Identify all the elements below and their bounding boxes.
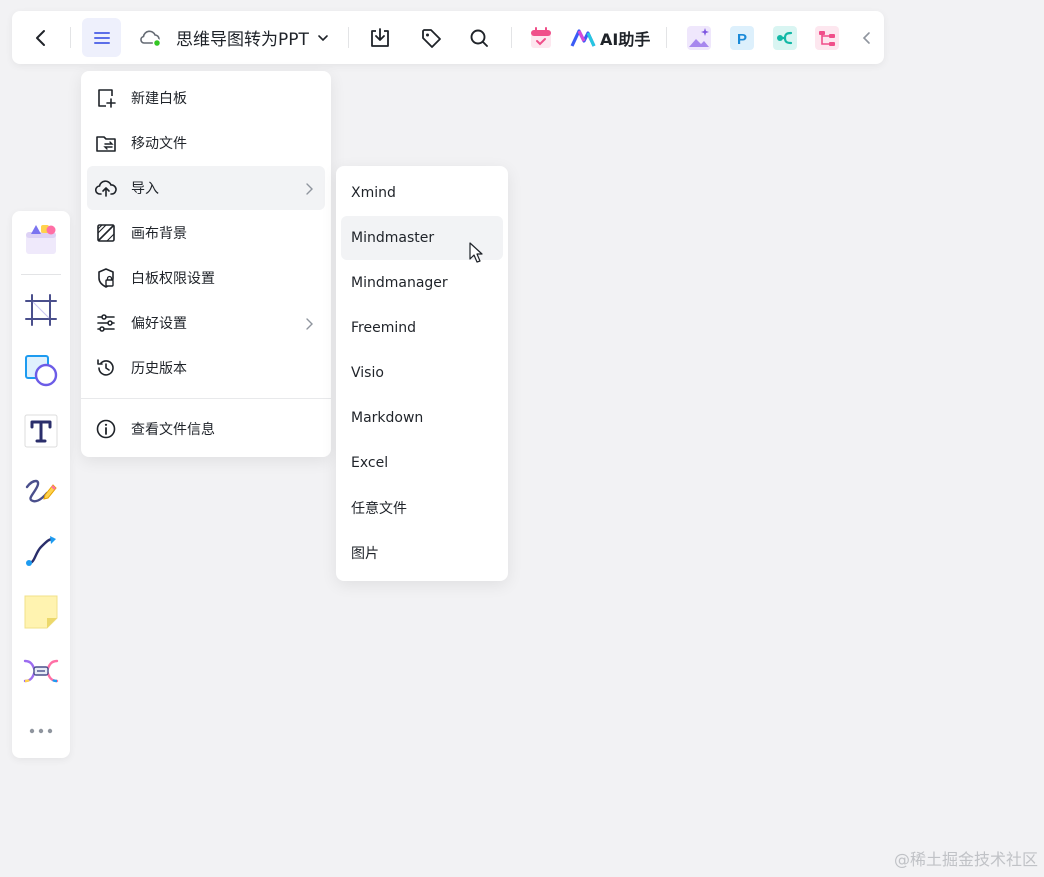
submenu-item-image[interactable]: 图片	[341, 531, 503, 575]
calendar-app-icon[interactable]	[526, 11, 556, 64]
chevron-down-icon	[317, 32, 329, 44]
submenu-item-excel[interactable]: Excel	[341, 441, 503, 485]
history-icon	[95, 357, 117, 379]
submenu-item-freemind[interactable]: Freemind	[341, 306, 503, 350]
search-icon[interactable]	[464, 11, 494, 64]
submenu-item-label: Mindmanager	[351, 275, 448, 291]
menu-item-board-permissions[interactable]: 白板权限设置	[87, 256, 325, 300]
ai-assistant-label: AI助手	[600, 29, 651, 49]
menu-item-label: 新建白板	[131, 91, 187, 107]
menu-item-move-file[interactable]: 移动文件	[87, 121, 325, 165]
top-toolbar: 思维导图转为PPT AI助手 P	[12, 11, 884, 64]
menu-item-label: 历史版本	[131, 361, 187, 377]
doc-title-button[interactable]: 思维导图转为PPT	[138, 11, 348, 64]
info-icon	[95, 418, 117, 440]
menu-item-import[interactable]: 导入	[87, 166, 325, 210]
connector-icon[interactable]	[21, 531, 61, 571]
watermark: @稀土掘金技术社区	[893, 850, 1038, 869]
shapes-icon[interactable]	[21, 351, 61, 391]
svg-text:P: P	[737, 31, 747, 48]
pen-icon[interactable]	[21, 471, 61, 511]
back-icon[interactable]	[26, 11, 56, 64]
tag-icon[interactable]	[416, 11, 446, 64]
submenu-item-any-file[interactable]: 任意文件	[341, 486, 503, 530]
toolbar-divider	[666, 27, 667, 48]
image-gen-app-icon[interactable]	[684, 11, 714, 64]
chevron-right-icon	[303, 181, 315, 200]
menu-item-label: 移动文件	[131, 136, 187, 152]
submenu-item-label: 任意文件	[351, 501, 407, 517]
menu-button[interactable]	[82, 18, 121, 57]
menu-item-label: 导入	[131, 181, 159, 197]
ppt-app-icon[interactable]: P	[727, 11, 757, 64]
toolbar-divider	[511, 27, 512, 48]
left-tool-panel	[12, 211, 70, 758]
cloud-sync-icon	[138, 28, 162, 48]
submenu-item-markdown[interactable]: Markdown	[341, 396, 503, 440]
toolbar-divider	[348, 27, 349, 48]
move-folder-icon	[95, 132, 117, 154]
flowchart-app-icon[interactable]	[812, 11, 842, 64]
collapse-icon[interactable]	[855, 11, 879, 64]
submenu-item-label: Mindmaster	[351, 230, 435, 246]
submenu-item-label: Markdown	[351, 410, 424, 426]
new-board-icon	[95, 87, 117, 109]
mindmap-tool-icon[interactable]	[21, 651, 61, 691]
tool-divider	[21, 274, 61, 275]
text-icon[interactable]	[21, 411, 61, 451]
menu-item-history[interactable]: 历史版本	[87, 346, 325, 390]
ai-logo-icon	[570, 28, 596, 48]
menu-item-new-board[interactable]: 新建白板	[87, 76, 325, 120]
submenu-item-label: Freemind	[351, 320, 416, 336]
sliders-icon	[95, 312, 117, 334]
frame-icon[interactable]	[21, 290, 61, 330]
canvas-background-icon	[95, 222, 117, 244]
sticky-note-icon[interactable]	[21, 591, 61, 631]
mindmap-app-icon[interactable]	[770, 11, 800, 64]
chevron-right-icon	[303, 316, 315, 335]
mouse-cursor-icon	[469, 242, 483, 268]
menu-icon	[92, 28, 112, 48]
ai-assistant-button[interactable]: AI助手	[570, 11, 656, 64]
download-icon[interactable]	[365, 11, 395, 64]
submenu-item-visio[interactable]: Visio	[341, 351, 503, 395]
menu-item-label: 查看文件信息	[131, 422, 215, 438]
file-menu: 新建白板 移动文件 导入 画布背景 白板权限设置 偏好设置 历史版本 查看文件信…	[81, 71, 331, 457]
templates-icon[interactable]	[21, 219, 61, 259]
submenu-item-xmind[interactable]: Xmind	[341, 171, 503, 215]
more-icon[interactable]	[21, 711, 61, 751]
menu-item-canvas-background[interactable]: 画布背景	[87, 211, 325, 255]
submenu-item-label: Xmind	[351, 185, 396, 201]
menu-item-label: 画布背景	[131, 226, 187, 242]
submenu-item-label: Visio	[351, 365, 384, 381]
submenu-item-label: Excel	[351, 455, 389, 471]
menu-item-preferences[interactable]: 偏好设置	[87, 301, 325, 345]
cloud-upload-icon	[94, 177, 117, 199]
menu-item-label: 偏好设置	[131, 316, 187, 332]
menu-item-file-info[interactable]: 查看文件信息	[87, 407, 325, 451]
document-title: 思维导图转为PPT	[176, 30, 309, 50]
toolbar-divider	[70, 27, 71, 48]
submenu-item-label: 图片	[351, 546, 379, 562]
permission-shield-icon	[95, 267, 117, 289]
menu-item-label: 白板权限设置	[131, 271, 215, 287]
menu-divider	[81, 398, 331, 399]
import-submenu: Xmind Mindmaster Mindmanager Freemind Vi…	[336, 166, 508, 581]
